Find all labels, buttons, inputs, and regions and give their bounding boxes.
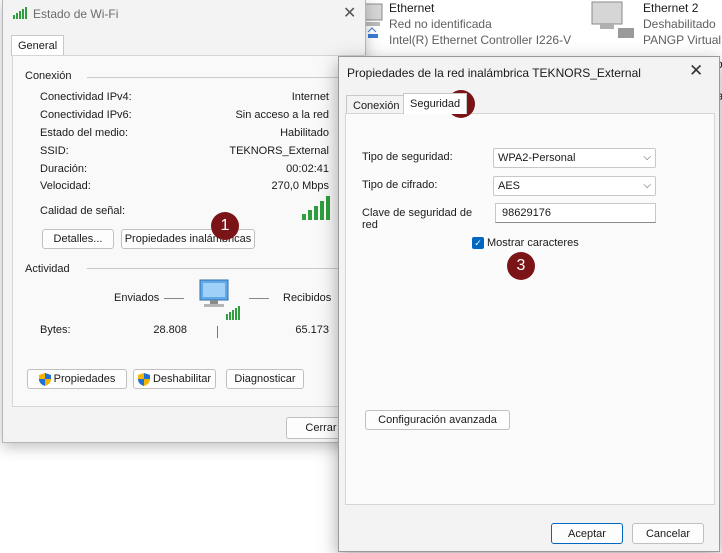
section-activity-label: Actividad: [25, 263, 70, 275]
net1-adapter: Intel(R) Ethernet Controller I226-V: [389, 33, 572, 47]
divider: [87, 77, 349, 78]
close-icon[interactable]: ✕: [343, 3, 356, 23]
security-key-label-line1: Clave de seguridad de: [362, 207, 473, 219]
security-type-label: Tipo de seguridad:: [362, 151, 453, 163]
diagnose-button[interactable]: Diagnosticar: [226, 369, 304, 389]
encryption-type-value: AES: [498, 180, 521, 192]
net1-status: Red no identificada: [389, 17, 492, 31]
net1-name[interactable]: Ethernet: [389, 0, 571, 16]
disable-button[interactable]: Deshabilitar: [133, 369, 216, 389]
encryption-type-label: Tipo de cifrado:: [362, 179, 438, 191]
ipv6-value: Sin acceso a la red: [235, 109, 329, 121]
net2-status: Deshabilitado: [643, 17, 716, 31]
bytes-divider: [217, 326, 218, 338]
signal-bars-icon: [302, 196, 330, 220]
shield-icon: [137, 372, 150, 386]
bytes-sent-value: 28.808: [153, 324, 187, 336]
show-characters-checkbox[interactable]: ✓: [472, 237, 484, 249]
received-label: Recibidos: [283, 292, 332, 304]
wifi-status-window: Estado de Wi-Fi ✕ General Conexión Conec…: [2, 0, 366, 443]
wifi-status-title: Estado de Wi-Fi: [33, 7, 119, 21]
security-type-value: WPA2-Personal: [498, 152, 576, 164]
advanced-settings-button[interactable]: Configuración avanzada: [365, 410, 510, 430]
encryption-type-select[interactable]: AES ⌵: [493, 176, 656, 196]
properties-button[interactable]: Propiedades: [27, 369, 127, 389]
media-state-label: Estado del medio:: [40, 127, 129, 139]
ethernet-disabled-icon: [591, 1, 634, 38]
ipv4-label: Conectividad IPv4:: [40, 91, 132, 103]
annotation-badge-1: 1: [211, 212, 239, 240]
net2-adapter: PANGP Virtual: [643, 33, 722, 47]
sent-label: Enviados: [114, 292, 160, 304]
security-type-select[interactable]: WPA2-Personal ⌵: [493, 148, 656, 168]
tab-connection[interactable]: Conexión: [346, 95, 407, 114]
network-computer-icon: [199, 279, 240, 320]
ipv6-label: Conectividad IPv6:: [40, 109, 132, 121]
bytes-received-value: 65.173: [295, 324, 329, 336]
general-panel: Conexión Conectividad IPv4: Internet Con…: [12, 55, 366, 407]
security-key-label-line2: red: [362, 219, 378, 231]
received-line: [249, 298, 269, 299]
tab-general[interactable]: General: [11, 35, 65, 56]
divider: [87, 268, 349, 269]
media-state-value: Habilitado: [280, 127, 329, 139]
security-key-field[interactable]: 98629176: [495, 203, 656, 223]
details-button[interactable]: Detalles...: [42, 229, 114, 249]
shield-icon: [38, 372, 51, 386]
speed-value: 270,0 Mbps: [271, 180, 329, 192]
bytes-label: Bytes:: [40, 324, 71, 336]
accept-button[interactable]: Aceptar: [551, 523, 623, 544]
wireless-properties-title: Propiedades de la red inalámbrica TEKNOR…: [347, 66, 641, 80]
show-characters-label[interactable]: Mostrar caracteres: [487, 237, 579, 249]
wifi-signal-icon: [13, 7, 27, 19]
section-connection-label: Conexión: [25, 70, 72, 82]
speed-label: Velocidad:: [40, 180, 91, 192]
cancel-button[interactable]: Cancelar: [632, 523, 704, 544]
duration-label: Duración:: [40, 163, 88, 175]
sent-line: [164, 298, 184, 299]
properties-button-label: Propiedades: [53, 373, 116, 385]
ssid-value: TEKNORS_External: [229, 145, 329, 157]
wireless-properties-window: Propiedades de la red inalámbrica TEKNOR…: [338, 56, 720, 552]
net2-name[interactable]: Ethernet 2: [643, 0, 721, 16]
chevron-down-icon: ⌵: [643, 180, 651, 191]
ssid-label: SSID:: [40, 145, 69, 157]
chevron-down-icon: ⌵: [643, 152, 651, 163]
tab-security[interactable]: Seguridad: [403, 93, 468, 114]
annotation-badge-3: 3: [507, 252, 535, 280]
disable-button-label: Deshabilitar: [152, 373, 212, 385]
ipv4-value: Internet: [291, 91, 329, 103]
security-panel: Tipo de seguridad: WPA2-Personal ⌵ Tipo …: [345, 113, 715, 505]
close-icon[interactable]: ✕: [689, 61, 703, 81]
duration-value: 00:02:41: [286, 163, 329, 175]
signal-quality-label: Calidad de señal:: [40, 205, 126, 217]
